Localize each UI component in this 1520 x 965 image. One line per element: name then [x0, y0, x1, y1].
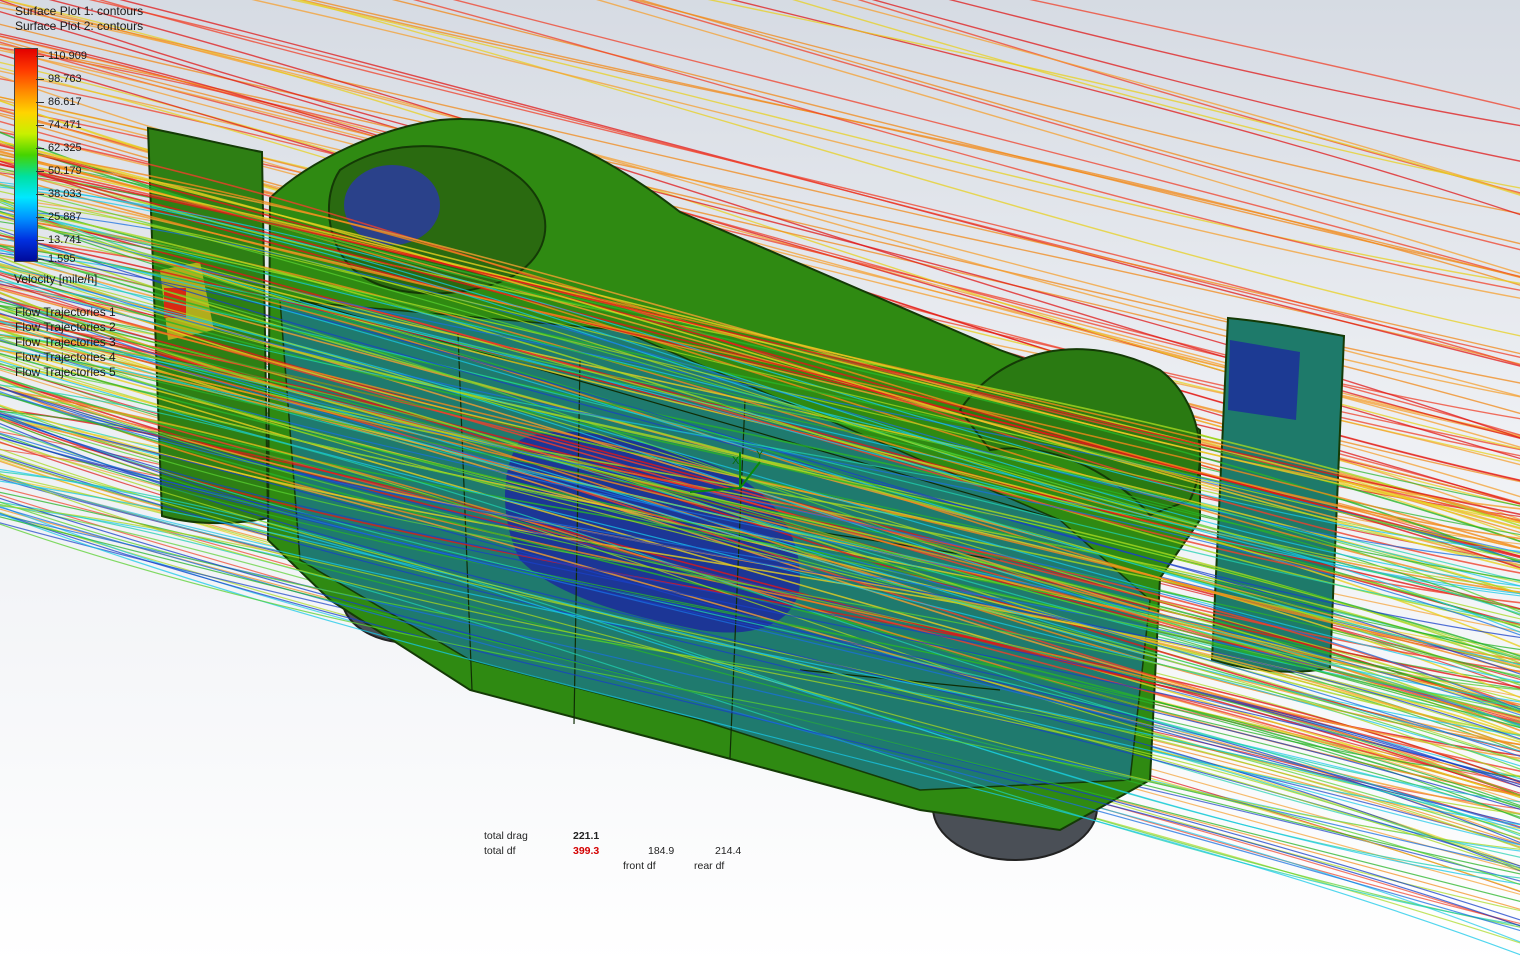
- simulation-viewport[interactable]: X Y: [0, 0, 1520, 965]
- legend-tick-label: 1.595: [48, 253, 76, 265]
- legend-title: Velocity [mile/h]: [14, 272, 98, 286]
- flow-visualization: X Y: [0, 0, 1520, 956]
- legend-tick-label: 86.617: [48, 96, 82, 108]
- flow-trajectory-label: Flow Trajectories 3: [15, 335, 116, 349]
- front-wing-pressure: [1228, 340, 1300, 420]
- legend-tick: [36, 171, 44, 172]
- flow-trajectory-label: Flow Trajectories 4: [15, 350, 116, 364]
- total-df-label: total df: [484, 845, 516, 857]
- legend-tick-label: 74.471: [48, 119, 82, 131]
- legend-tick-label: 50.179: [48, 165, 82, 177]
- flow-streamline: [871, 0, 1520, 162]
- total-drag-value: 221.1: [573, 830, 600, 842]
- legend-tick: [36, 194, 44, 195]
- legend-tick: [36, 79, 44, 80]
- legend-tick: [36, 102, 44, 103]
- surface-plot-list: Surface Plot 1: contours Surface Plot 2:…: [15, 4, 143, 34]
- surface-plot-2-label: Surface Plot 2: contours: [15, 19, 144, 33]
- rear-df-value: 214.4: [715, 845, 742, 857]
- total-drag-label: total drag: [484, 830, 528, 842]
- surface-plot-1-label: Surface Plot 1: contours: [15, 4, 144, 18]
- legend-tick-label: 98.763: [48, 73, 82, 85]
- total-df-value: 399.3: [573, 845, 600, 857]
- flow-trajectory-label: Flow Trajectories 5: [15, 365, 116, 379]
- velocity-color-bar: [14, 48, 38, 262]
- front-df-value: 184.9: [648, 845, 675, 857]
- triad-label-y: Y: [756, 449, 764, 461]
- rear-df-label: rear df: [694, 860, 725, 872]
- legend-tick: [36, 125, 44, 126]
- flow-trajectory-label: Flow Trajectories 2: [15, 320, 116, 334]
- legend-tick: [36, 148, 44, 149]
- legend-tick-label: 13.741: [48, 234, 82, 246]
- velocity-legend[interactable]: 110.909 98.763 86.617 74.471 62.325 50.1…: [14, 48, 124, 286]
- flow-trajectory-label: Flow Trajectories 1: [15, 305, 116, 319]
- legend-tick-label: 38.033: [48, 188, 82, 200]
- legend-tick: [36, 56, 44, 57]
- legend-tick-label: 25.887: [48, 211, 82, 223]
- flow-trajectory-list: Flow Trajectories 1 Flow Trajectories 2 …: [15, 305, 116, 380]
- legend-tick: [36, 259, 44, 260]
- legend-tick: [36, 217, 44, 218]
- legend-tick: [36, 240, 44, 241]
- front-df-label: front df: [623, 860, 656, 872]
- triad-label-x: X: [732, 455, 740, 467]
- legend-tick-label: 110.909: [48, 50, 87, 62]
- legend-tick-label: 62.325: [48, 142, 82, 154]
